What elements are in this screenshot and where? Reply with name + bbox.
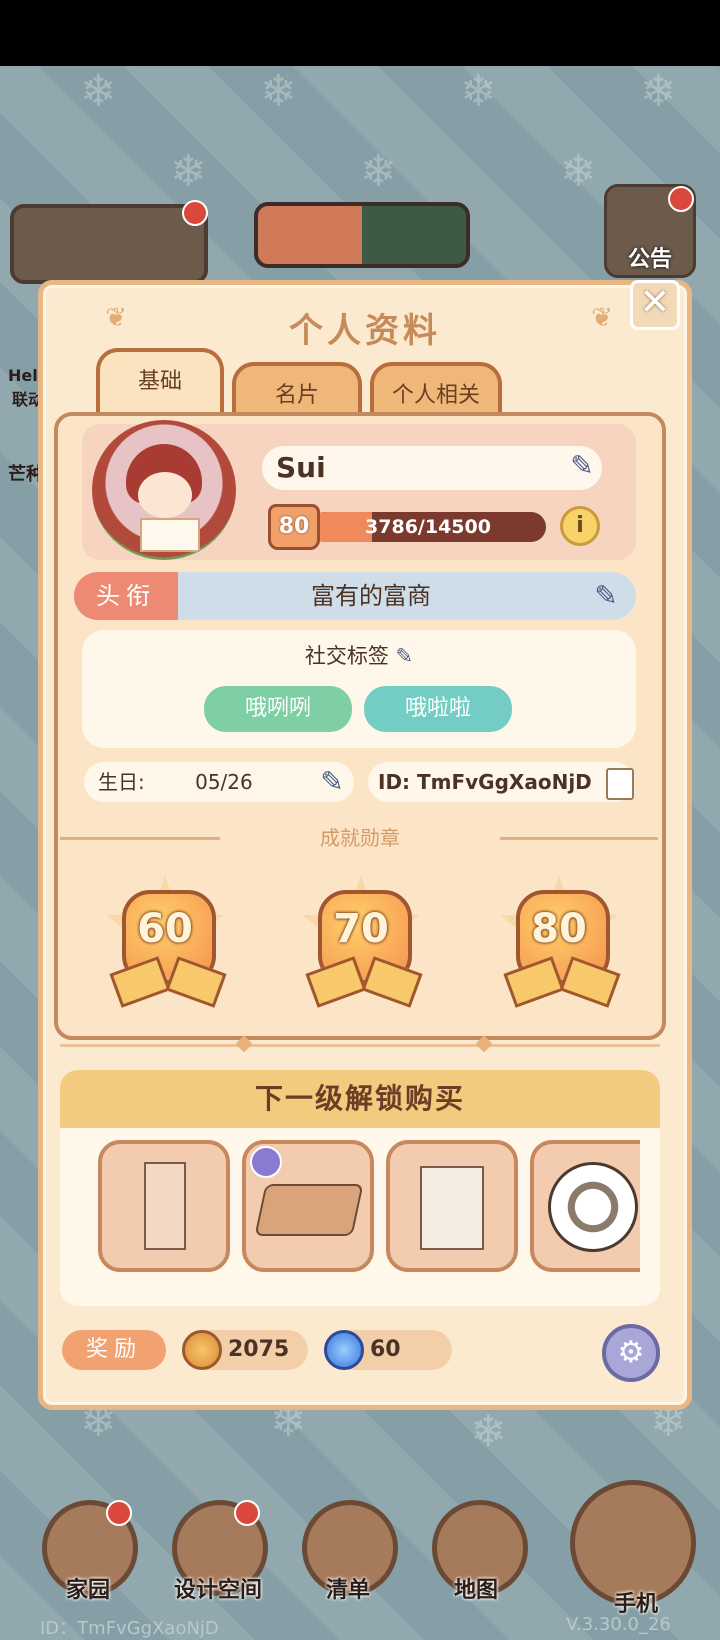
- section-divider: [60, 1044, 660, 1047]
- edit-tags-pencil-icon[interactable]: ✎: [396, 644, 414, 668]
- unlock-item[interactable]: [242, 1140, 374, 1272]
- gear-icon[interactable]: ⚙: [602, 1324, 660, 1382]
- notification-dot: [106, 1500, 132, 1526]
- special-badge-icon: [250, 1146, 282, 1178]
- nav-list-label: 清单: [325, 1578, 370, 1603]
- nav-home-label: 家园: [65, 1578, 110, 1603]
- reward-label: 奖励: [62, 1330, 166, 1370]
- gem-amount: 60: [370, 1337, 401, 1362]
- edit-name-pencil-icon[interactable]: ✎: [560, 448, 604, 484]
- edit-title-pencil-icon[interactable]: ✎: [584, 578, 628, 614]
- version-label: V.3.30.0_26: [566, 1614, 671, 1635]
- notice-label: 公告: [627, 247, 672, 272]
- snowflake-icon: ❄: [460, 66, 497, 117]
- snowflake-icon: ❄: [470, 1406, 507, 1457]
- snowflake-icon: ❄: [170, 146, 207, 197]
- soccer-ball-icon: [548, 1162, 638, 1252]
- info-icon[interactable]: i: [560, 506, 600, 546]
- notification-dot: [668, 186, 694, 212]
- player-id-field: ID: TmFvGgXaoNjD: [368, 762, 634, 802]
- tab-basic[interactable]: 基础: [96, 348, 224, 416]
- medal-level: 80: [531, 906, 587, 952]
- nav-design-label: 设计空间: [173, 1578, 262, 1603]
- title-value: 富有的富商: [311, 582, 431, 610]
- birthday-label: 生日:: [98, 770, 145, 794]
- coin-amount: 2075: [228, 1337, 290, 1362]
- achievement-medal[interactable]: 60: [100, 876, 230, 1008]
- copy-icon[interactable]: [606, 768, 634, 800]
- achievement-medal[interactable]: 70: [296, 876, 426, 1008]
- snowflake-icon: ❄: [360, 146, 397, 197]
- edit-birthday-pencil-icon[interactable]: ✎: [310, 764, 354, 800]
- achievement-medal[interactable]: 80: [494, 876, 624, 1008]
- pillar-item-icon: [144, 1162, 186, 1250]
- player-id: ID: TmFvGgXaoNjD: [378, 770, 592, 794]
- laundry-basket-icon: [420, 1166, 484, 1250]
- social-tags-text: 社交标签: [304, 644, 389, 668]
- player-name: Sui: [276, 451, 326, 484]
- social-tags-label: 社交标签 ✎: [82, 640, 636, 672]
- unlock-heading: 下一级解锁购买: [60, 1070, 660, 1128]
- unlock-item[interactable]: [530, 1140, 640, 1272]
- status-bar: [0, 0, 720, 66]
- snowflake-icon: ❄: [640, 66, 677, 117]
- unlock-item[interactable]: [98, 1140, 230, 1272]
- unlock-item[interactable]: [386, 1140, 518, 1272]
- gem-icon: [324, 1330, 364, 1370]
- medal-level: 70: [333, 906, 389, 952]
- close-button[interactable]: ✕: [630, 280, 680, 330]
- package-item-icon: [254, 1184, 364, 1236]
- notification-dot: [234, 1500, 260, 1526]
- nav-map-label: 地图: [453, 1578, 498, 1603]
- social-tag[interactable]: 哦啦啦: [364, 686, 512, 732]
- title-label: 头衔: [74, 572, 178, 620]
- level-badge: 80: [268, 504, 320, 550]
- snowflake-icon: ❄: [560, 146, 597, 197]
- event-banner[interactable]: [10, 204, 208, 284]
- social-tag[interactable]: 哦咧咧: [204, 686, 352, 732]
- xp-progress-bar: 3786/14500: [310, 512, 546, 542]
- xp-progress-text: 3786/14500: [365, 516, 491, 538]
- coin-icon: [182, 1330, 222, 1370]
- footer-player-id: ID：TmFvGgXaoNjD: [40, 1618, 219, 1639]
- flourish-left-icon: ❦: [105, 303, 127, 333]
- achievements-heading: 成就勋章: [320, 826, 400, 850]
- birthday-value: 05/26: [195, 770, 253, 794]
- notification-dot: [182, 200, 208, 226]
- snowflake-icon: ❄: [260, 66, 297, 117]
- snowflake-icon: ❄: [80, 66, 117, 117]
- day-night-indicator[interactable]: [254, 202, 470, 268]
- avatar[interactable]: [92, 420, 236, 560]
- medal-level: 60: [137, 906, 193, 952]
